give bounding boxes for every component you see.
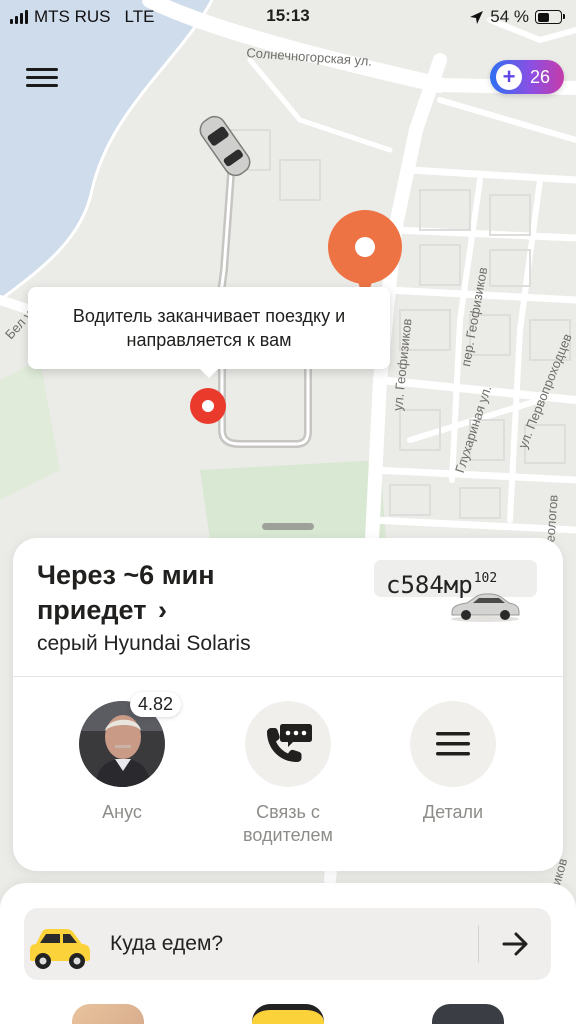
- service-tile-3[interactable]: [432, 1004, 504, 1024]
- service-tile-2[interactable]: [252, 1004, 324, 1024]
- pickup-marker[interactable]: [190, 388, 226, 424]
- plus-points-count: 26: [530, 66, 551, 87]
- eta-line-2: приедет: [37, 595, 147, 625]
- card-divider: [13, 676, 563, 677]
- details-action[interactable]: Детали: [383, 701, 523, 824]
- details-button[interactable]: [410, 701, 496, 787]
- location-arrow-icon: [470, 10, 484, 24]
- destination-placeholder: Куда едем?: [110, 932, 224, 955]
- eta-title[interactable]: Через ~6 мин: [37, 560, 215, 591]
- battery-icon: [535, 10, 565, 24]
- contact-driver-action[interactable]: Связь с водителем: [218, 701, 358, 847]
- driver-name: Анус: [102, 802, 142, 822]
- destination-input[interactable]: Куда едем?: [24, 908, 551, 980]
- details-label: Детали: [422, 802, 484, 822]
- tooltip-text: Водитель заканчивает поездку и направляе…: [72, 306, 346, 350]
- car-description: серый Hyundai Solaris: [37, 632, 251, 655]
- chevron-right-icon: ›: [157, 595, 167, 625]
- battery-percent: 54 %: [490, 7, 529, 26]
- destination-divider: [478, 926, 479, 962]
- sheet-grabber[interactable]: [262, 523, 314, 530]
- driver-rating: 4.82: [130, 692, 182, 717]
- contact-driver-button[interactable]: [245, 701, 331, 787]
- driver-action[interactable]: 4.82 Анус: [52, 692, 192, 824]
- bottom-sheet: Куда едем?: [0, 883, 576, 1024]
- contact-driver-label: Связь с водителем: [243, 802, 333, 845]
- service-tile-1[interactable]: [72, 1004, 144, 1024]
- menu-button[interactable]: [22, 62, 64, 94]
- plate-region: 102: [473, 571, 498, 586]
- status-right: 54 %: [469, 7, 565, 27]
- eta-line-1: Через ~6 мин: [37, 560, 215, 590]
- yandex-plus-icon: +: [496, 64, 522, 90]
- driver-status-tooltip: Водитель заканчивает поездку и направляе…: [28, 287, 390, 378]
- menu-lines-icon: [436, 732, 470, 756]
- eta-subtitle[interactable]: приедет ›: [37, 595, 167, 626]
- phone-chat-icon: [267, 724, 312, 762]
- plus-points-badge[interactable]: + 26: [490, 60, 564, 94]
- taxi-car-icon: [30, 929, 90, 969]
- car-image: [451, 593, 520, 622]
- ride-card: Через ~6 мин приедет › серый Hyundai Sol…: [13, 538, 563, 871]
- arrow-right-icon[interactable]: [498, 926, 534, 962]
- status-bar: MTS RUS LTE 15:13 54 %: [0, 0, 576, 34]
